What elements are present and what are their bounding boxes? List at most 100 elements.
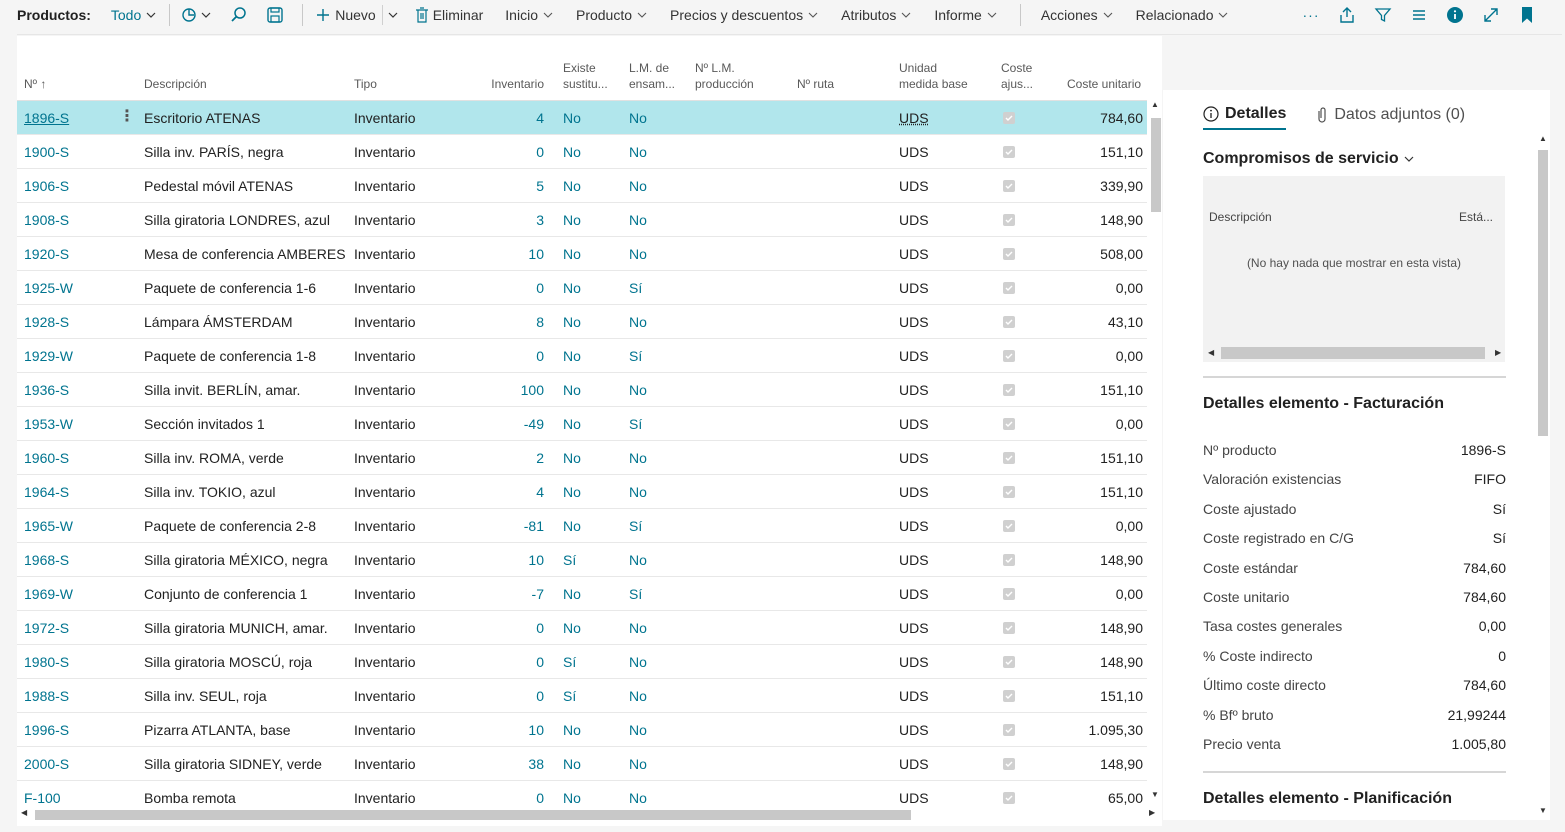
horizontal-scrollbar[interactable]: ◀ ▶ [1203, 346, 1505, 360]
inventory-link[interactable]: 0 [488, 280, 544, 296]
inventory-link[interactable]: -7 [488, 586, 544, 602]
substitutes-link[interactable]: Sí [563, 654, 576, 670]
inventory-link[interactable]: 10 [488, 722, 544, 738]
substitutes-link[interactable]: No [563, 518, 581, 534]
substitutes-link[interactable]: No [563, 246, 581, 262]
menu-acciones[interactable]: Acciones [1041, 7, 1114, 23]
new-button[interactable]: Nuevo [315, 7, 376, 23]
column-header[interactable]: Existe sustitu... [563, 60, 623, 92]
column-header[interactable]: Nº L.M. producción [695, 60, 785, 92]
assembly-bom-link[interactable]: No [629, 620, 647, 636]
product-number-link[interactable]: 1996-S [24, 722, 69, 738]
inventory-link[interactable]: 0 [488, 790, 544, 806]
substitutes-link[interactable]: No [563, 722, 581, 738]
menu-relacionado[interactable]: Relacionado [1136, 7, 1230, 23]
table-row[interactable]: 1972-S Silla giratoria MUNICH, amar. Inven… [17, 611, 1147, 645]
menu-atributos[interactable]: Atributos [841, 7, 912, 23]
assembly-bom-link[interactable]: No [629, 246, 647, 262]
info-icon[interactable] [1437, 3, 1473, 27]
tab-attachments[interactable]: Datos adjuntos (0) [1316, 100, 1465, 130]
table-row[interactable]: F-100 Bomba remota Inventario 0 No No UDS 65,00 [17, 781, 1147, 807]
inventory-link[interactable]: 0 [488, 688, 544, 704]
tab-details[interactable]: Detalles [1203, 100, 1287, 130]
substitutes-link[interactable]: No [563, 280, 581, 296]
product-number-link[interactable]: 1906-S [24, 178, 69, 194]
product-number-link[interactable]: 1968-S [24, 552, 69, 568]
assembly-bom-link[interactable]: Sí [629, 280, 642, 296]
scroll-right-arrow-icon[interactable]: ▶ [1149, 808, 1155, 817]
assembly-bom-link[interactable]: No [629, 552, 647, 568]
row-actions-icon[interactable]: ⋮ [119, 109, 135, 125]
product-number-link[interactable]: F-100 [24, 790, 61, 806]
expand-icon[interactable] [1473, 3, 1509, 27]
inventory-link[interactable]: -81 [488, 518, 544, 534]
substitutes-link[interactable]: No [563, 756, 581, 772]
table-row[interactable]: 1925-W Paquete de conferencia 1-6 Inventar… [17, 271, 1147, 305]
share-icon[interactable] [1329, 3, 1365, 27]
product-number-link[interactable]: 1965-W [24, 518, 73, 534]
analysis-mode-icon[interactable] [182, 6, 212, 24]
table-row[interactable]: 1964-S Silla inv. TOKIO, azul Inventario 4 N… [17, 475, 1147, 509]
product-number-link[interactable]: 1969-W [24, 586, 73, 602]
inventory-link[interactable]: 3 [488, 212, 544, 228]
scrollbar-thumb[interactable] [35, 810, 911, 820]
inventory-link[interactable]: 0 [488, 620, 544, 636]
scroll-down-arrow-icon[interactable]: ▼ [1151, 790, 1159, 799]
inventory-link[interactable]: -49 [488, 416, 544, 432]
menu-producto[interactable]: Producto [576, 7, 648, 23]
factbox-scrollbar[interactable]: ▲ ▼ [1536, 130, 1550, 820]
substitutes-link[interactable]: No [563, 484, 581, 500]
table-row[interactable]: 1988-S Silla inv. SEUL, roja Inventario 0 Sí… [17, 679, 1147, 713]
inventory-link[interactable]: 10 [488, 552, 544, 568]
table-row[interactable]: 1969-W Conjunto de conferencia 1 Inventari… [17, 577, 1147, 611]
table-row[interactable]: 2000-S Silla giratoria SIDNEY, verde Inven… [17, 747, 1147, 781]
table-row[interactable]: 1908-S Silla giratoria LONDRES, azul Inven… [17, 203, 1147, 237]
assembly-bom-link[interactable]: Sí [629, 416, 642, 432]
table-row[interactable]: 1996-S Pizarra ATLANTA, base Inventario 10 N… [17, 713, 1147, 747]
assembly-bom-link[interactable]: Sí [629, 518, 642, 534]
product-number-link[interactable]: 1964-S [24, 484, 69, 500]
scroll-up-arrow-icon[interactable]: ▲ [1151, 100, 1159, 109]
table-row[interactable]: 1920-S Mesa de conferencia AMBERES Inventa… [17, 237, 1147, 271]
substitutes-link[interactable]: No [563, 586, 581, 602]
product-number-link[interactable]: 1908-S [24, 212, 69, 228]
assembly-bom-link[interactable]: No [629, 382, 647, 398]
product-number-link[interactable]: 1953-W [24, 416, 73, 432]
product-number-link[interactable]: 1920-S [24, 246, 69, 262]
inventory-link[interactable]: 0 [488, 348, 544, 364]
column-header[interactable]: Nº ruta [797, 76, 887, 92]
horizontal-scrollbar[interactable]: ◀ ▶ [17, 808, 1162, 820]
assembly-bom-link[interactable]: No [629, 212, 647, 228]
column-header[interactable]: Coste ajus... [1001, 60, 1057, 92]
substitutes-link[interactable]: No [563, 790, 581, 806]
assembly-bom-link[interactable]: No [629, 688, 647, 704]
inventory-link[interactable]: 10 [488, 246, 544, 262]
menu-inicio[interactable]: Inicio [505, 7, 554, 23]
substitutes-link[interactable]: No [563, 110, 581, 126]
table-row[interactable]: 1900-S Silla inv. PARÍS, negra Inventario 0… [17, 135, 1147, 169]
substitutes-link[interactable]: No [563, 212, 581, 228]
product-number-link[interactable]: 2000-S [24, 756, 69, 772]
scroll-left-arrow-icon[interactable]: ◀ [21, 808, 27, 817]
scroll-up-arrow-icon[interactable]: ▲ [1539, 134, 1547, 143]
assembly-bom-link[interactable]: No [629, 654, 647, 670]
product-number-link[interactable]: 1896-S [24, 110, 69, 126]
assembly-bom-link[interactable]: No [629, 450, 647, 466]
product-number-link[interactable]: 1896-S [1461, 442, 1506, 458]
product-number-link[interactable]: 1900-S [24, 144, 69, 160]
assembly-bom-link[interactable]: Sí [629, 586, 642, 602]
column-header[interactable]: Descripción [1209, 210, 1272, 224]
product-number-link[interactable]: 1936-S [24, 382, 69, 398]
assembly-bom-link[interactable]: Sí [629, 348, 642, 364]
scroll-left-arrow-icon[interactable]: ◀ [1208, 348, 1214, 357]
assembly-bom-link[interactable]: No [629, 314, 647, 330]
inventory-link[interactable]: 100 [488, 382, 544, 398]
column-header[interactable]: Inventario [488, 76, 544, 92]
view-filter-dropdown[interactable]: Todo [111, 7, 157, 23]
table-row[interactable]: 1968-S Silla giratoria MÉXICO, negra Inven… [17, 543, 1147, 577]
inventory-link[interactable]: 2 [488, 450, 544, 466]
column-header[interactable]: L.M. de ensam... [629, 60, 689, 92]
assembly-bom-link[interactable]: No [629, 178, 647, 194]
table-row[interactable]: 1953-W Sección invitados 1 Inventario -49 No… [17, 407, 1147, 441]
substitutes-link[interactable]: No [563, 178, 581, 194]
